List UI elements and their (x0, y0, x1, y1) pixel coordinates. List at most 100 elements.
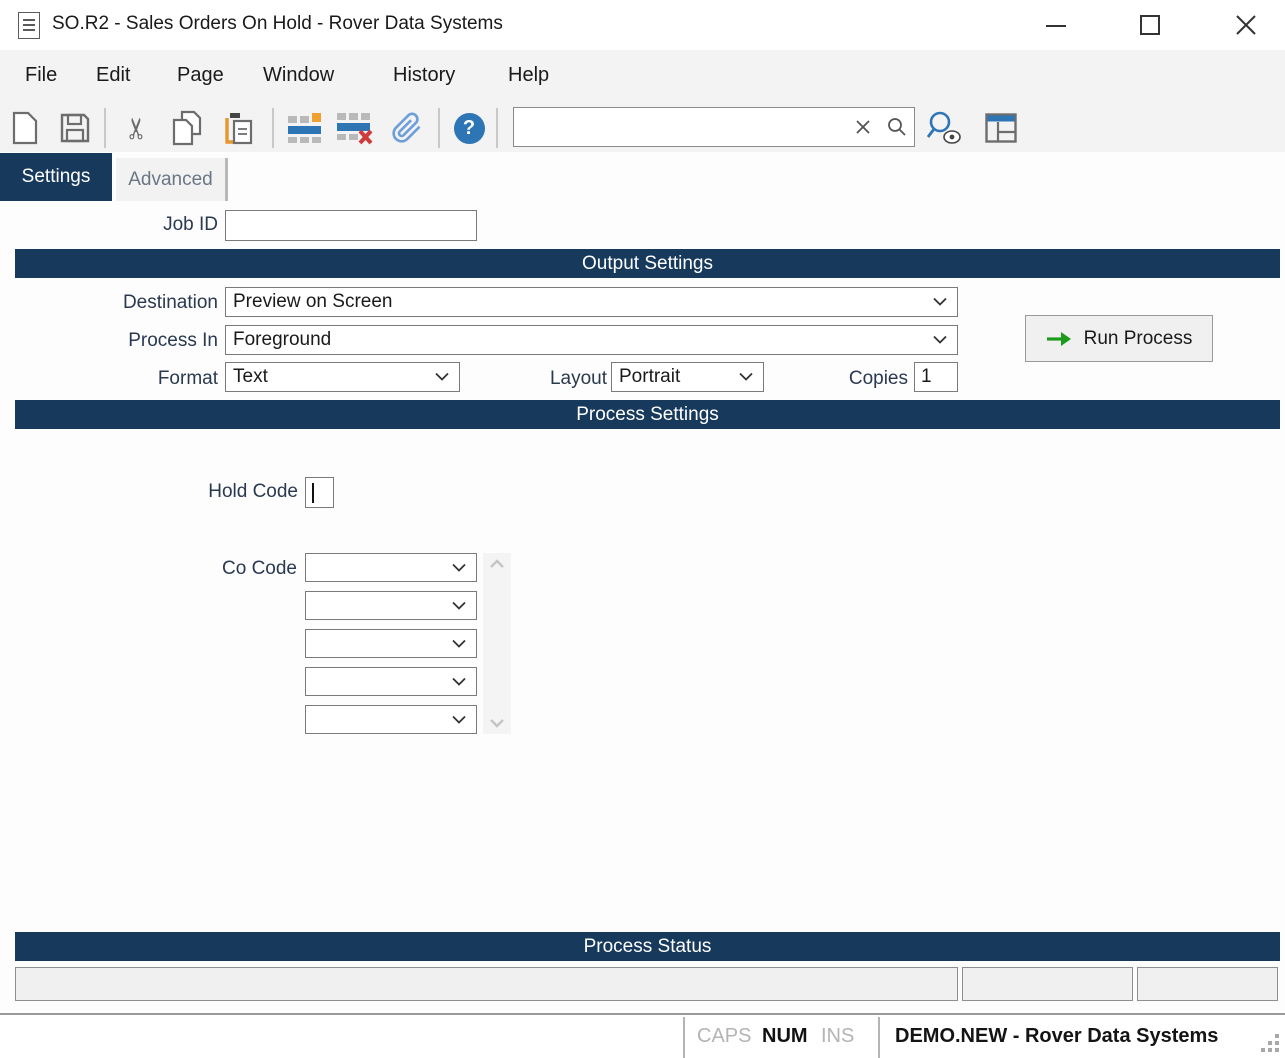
destination-value: Preview on Screen (233, 291, 393, 312)
maximize-icon (1140, 15, 1160, 35)
run-process-label: Run Process (1083, 327, 1193, 349)
session-label: DEMO.NEW - Rover Data Systems (895, 1025, 1219, 1047)
process-settings-header: Process Settings (15, 400, 1280, 429)
cut-button[interactable]: ✂ (118, 108, 156, 148)
format-select[interactable]: Text (225, 362, 460, 392)
menu-file[interactable]: File (25, 64, 57, 87)
menu-history[interactable]: History (393, 64, 455, 87)
window-title: SO.R2 - Sales Orders On Hold - Rover Dat… (52, 13, 503, 34)
statusbar-separator (878, 1017, 880, 1058)
close-icon (1236, 15, 1256, 35)
new-document-icon (12, 111, 38, 145)
layout-select[interactable]: Portrait (611, 362, 764, 392)
minimize-icon (1046, 25, 1066, 27)
menu-help[interactable]: Help (508, 64, 549, 87)
ins-indicator: INS (821, 1025, 855, 1047)
process-in-label: Process In (128, 330, 218, 351)
status-field-3 (1137, 967, 1278, 1001)
tab-settings[interactable]: Settings (0, 153, 112, 201)
toolbar-separator (272, 108, 274, 148)
toolbar-separator (438, 108, 440, 148)
hold-code-input[interactable] (305, 477, 334, 508)
tab-advanced[interactable]: Advanced (116, 158, 228, 201)
resize-grip-icon[interactable] (1261, 1034, 1281, 1054)
menu-bar: File Edit Page Window History Help (0, 50, 1285, 102)
chevron-down-icon (739, 372, 753, 381)
search-view-button[interactable] (925, 108, 963, 148)
co-code-select-4[interactable] (305, 667, 477, 696)
scroll-up-icon (490, 559, 504, 568)
job-id-input[interactable] (225, 210, 477, 241)
chevron-down-icon (435, 372, 449, 381)
caps-indicator: CAPS (697, 1025, 752, 1047)
delete-record-grid-icon (337, 113, 373, 145)
co-code-label: Co Code (222, 558, 297, 579)
maximize-button[interactable] (1122, 0, 1178, 50)
co-code-scrollbar[interactable] (483, 553, 511, 734)
copies-input[interactable] (914, 362, 958, 392)
chevron-down-icon (452, 563, 466, 572)
attachments-button[interactable] (388, 108, 426, 148)
format-value: Text (233, 366, 268, 387)
search-view-icon (926, 111, 961, 144)
co-code-select-1[interactable] (305, 553, 477, 582)
text-cursor (312, 483, 314, 503)
num-indicator: NUM (762, 1025, 808, 1047)
job-id-label: Job ID (163, 214, 218, 235)
paperclip-icon (392, 112, 421, 143)
save-button[interactable] (56, 108, 94, 148)
toolbar: ✂ ? (0, 102, 1285, 152)
status-bar: CAPS NUM INS DEMO.NEW - Rover Data Syste… (0, 1013, 1285, 1058)
layout-value: Portrait (619, 366, 681, 387)
help-glyph: ? (462, 116, 476, 139)
output-settings-header: Output Settings (15, 249, 1280, 278)
copy-button[interactable] (168, 108, 206, 148)
delete-record-button[interactable] (336, 108, 374, 148)
menu-window[interactable]: Window (263, 64, 334, 87)
menu-page[interactable]: Page (177, 64, 224, 87)
destination-label: Destination (122, 292, 218, 313)
process-in-value: Foreground (233, 329, 332, 350)
chevron-down-icon (933, 335, 947, 344)
search-box (513, 107, 915, 147)
title-bar[interactable]: SO.R2 - Sales Orders On Hold - Rover Dat… (0, 0, 1285, 50)
paste-button[interactable] (220, 108, 258, 148)
chevron-down-icon (452, 639, 466, 648)
chevron-down-icon (933, 297, 947, 306)
chevron-down-icon (452, 677, 466, 686)
new-button[interactable] (6, 108, 44, 148)
copies-label: Copies (848, 368, 908, 389)
process-in-select[interactable]: Foreground (225, 325, 958, 355)
help-icon: ? (453, 112, 485, 144)
hold-code-label: Hold Code (208, 481, 298, 502)
scroll-down-icon (490, 719, 504, 728)
cut-icon: ✂ (119, 115, 154, 141)
menu-edit[interactable]: Edit (96, 64, 130, 87)
add-record-grid-icon (288, 113, 321, 143)
layout-panel-button[interactable] (982, 108, 1020, 148)
app-window-icon (18, 12, 40, 39)
add-record-button[interactable] (286, 108, 324, 148)
minimize-button[interactable] (1028, 0, 1084, 50)
save-icon (60, 113, 90, 143)
run-process-button[interactable]: Run Process (1025, 315, 1213, 362)
paste-icon (225, 113, 253, 145)
chevron-down-icon (452, 715, 466, 724)
co-code-select-2[interactable] (305, 591, 477, 620)
app-window: SO.R2 - Sales Orders On Hold - Rover Dat… (0, 0, 1285, 1058)
search-input[interactable] (514, 116, 846, 138)
status-field-1 (15, 967, 958, 1001)
search-submit-button[interactable] (880, 117, 914, 137)
toolbar-separator (496, 108, 498, 148)
help-button[interactable]: ? (450, 108, 488, 148)
layout-panel-icon (985, 113, 1017, 143)
content-area (0, 152, 1285, 1015)
co-code-select-5[interactable] (305, 705, 477, 734)
chevron-down-icon (452, 601, 466, 610)
co-code-select-3[interactable] (305, 629, 477, 658)
copy-icon (172, 110, 202, 146)
close-button[interactable] (1218, 0, 1274, 50)
run-arrow-icon (1046, 331, 1071, 346)
clear-search-button[interactable] (846, 119, 880, 135)
destination-select[interactable]: Preview on Screen (225, 287, 958, 317)
